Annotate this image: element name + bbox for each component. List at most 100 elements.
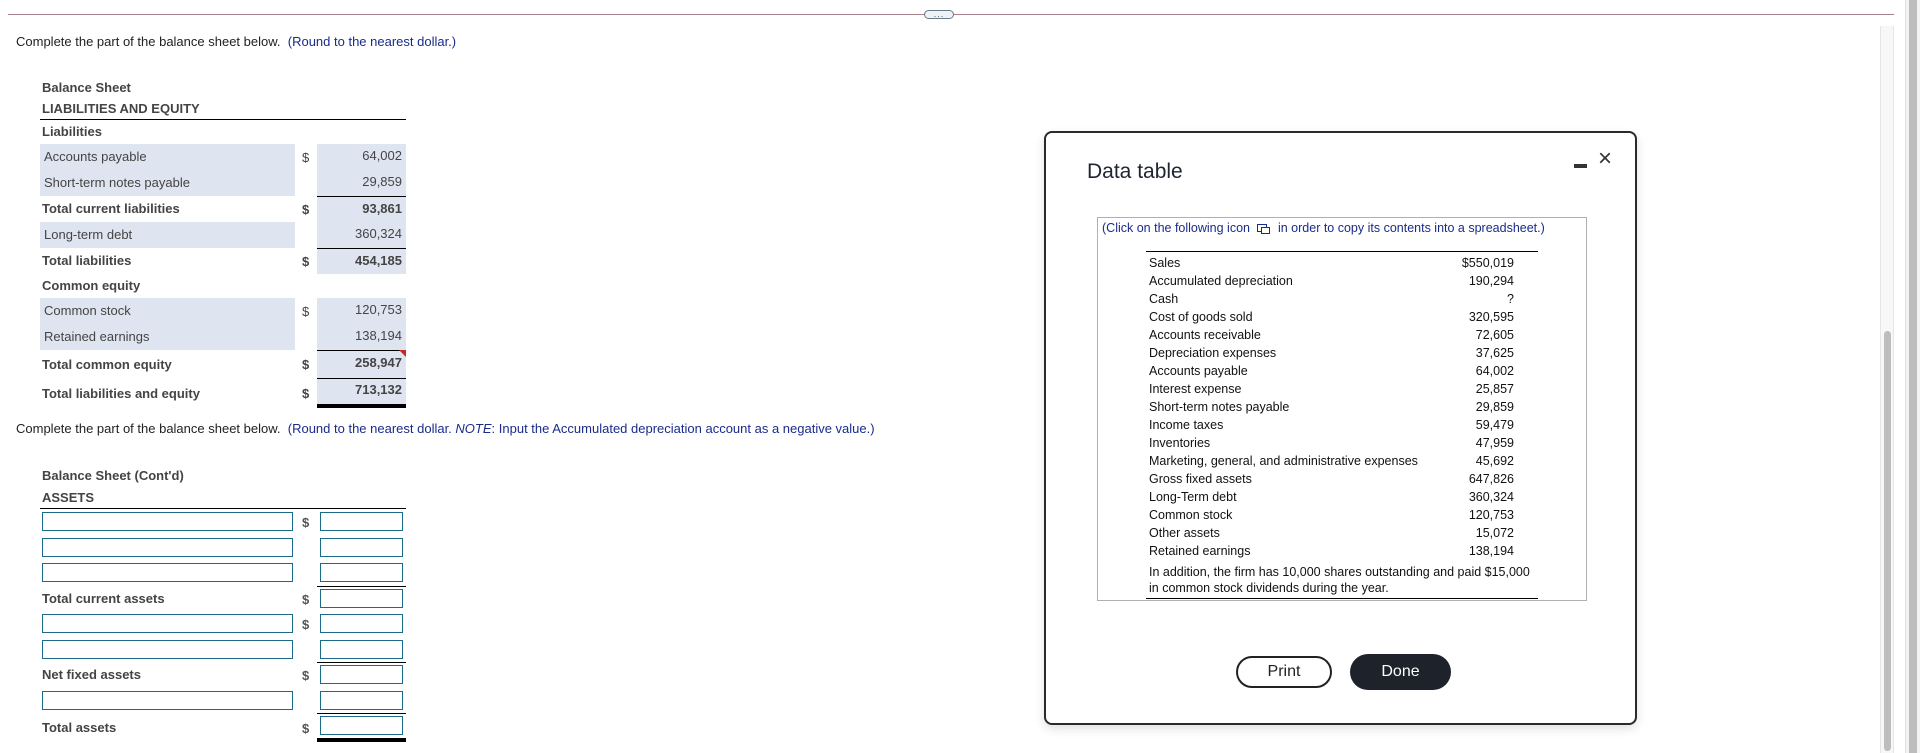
total-current-assets-input[interactable] [320, 588, 403, 608]
asset-2-value-input[interactable] [320, 537, 403, 557]
dollar-sign: $ [302, 202, 310, 217]
row-value-text: 258,947 [355, 355, 402, 370]
total-assets-row: Total assets $ [40, 713, 406, 742]
row-value: 713,132 [317, 378, 406, 408]
data-row-other-assets: Other assets 15,072 [1146, 524, 1538, 542]
copy-to-spreadsheet-icon[interactable] [1257, 224, 1271, 235]
asset-5-label-input[interactable] [42, 639, 293, 659]
data-label: Depreciation expenses [1149, 346, 1277, 360]
data-value: 120,753 [1468, 508, 1514, 522]
data-label: Cash [1149, 292, 1179, 306]
data-table-dialog: Data table × (Click on the following ico… [1044, 131, 1637, 725]
row-total-common-equity: Total common equity $ 258,947 [40, 350, 406, 378]
asset-3-label-input[interactable] [42, 563, 293, 582]
data-value: 15,072 [1475, 526, 1514, 540]
row-value: 360,324 [317, 222, 406, 248]
data-value: 320,595 [1468, 310, 1514, 324]
data-row-mga-expenses: Marketing, general, and administrative e… [1146, 452, 1538, 470]
print-button[interactable]: Print [1236, 656, 1332, 688]
data-value: 72,605 [1475, 328, 1514, 342]
dollar-sign: $ [302, 721, 310, 736]
data-value: 360,324 [1468, 490, 1514, 504]
value-cell [317, 637, 406, 662]
asset-6-label-input[interactable] [42, 690, 293, 710]
asset-4-value-input[interactable] [320, 614, 403, 633]
page-scrollbar-thumb[interactable] [1909, 0, 1917, 753]
row-common-stock: Common stock $ 120,753 [40, 298, 406, 324]
row-retained-earnings: Retained earnings 138,194 [40, 324, 406, 350]
row-label: Common equity [42, 278, 141, 293]
balance-sheet-liabilities: Balance Sheet LIABILITIES AND EQUITY Lia… [40, 78, 406, 408]
row-value: 64,002 [317, 144, 406, 170]
data-table: Sales $550,019 Accumulated depreciation 19… [1146, 251, 1538, 599]
part2-hint: (Round to the nearest dollar. NOTE: Inpu… [288, 421, 875, 436]
asset-5-value-input[interactable] [320, 639, 403, 659]
balance-sheet-contd-title: Balance Sheet (Cont'd) [42, 468, 184, 483]
dollar-sign: $ [302, 617, 310, 632]
minimize-icon[interactable] [1574, 160, 1588, 172]
part2-instruction-text: Complete the part of the balance sheet b… [16, 421, 281, 436]
hint-text: (Round to the nearest dollar. [287, 421, 456, 436]
asset-6-value-input[interactable] [320, 690, 403, 710]
value-cell [317, 509, 406, 534]
expand-more-button[interactable]: ... [924, 10, 954, 19]
row-value: 93,861 [317, 196, 406, 222]
part1-hint: (Round to the nearest dollar.) [287, 34, 457, 49]
feedback-flag-icon [399, 350, 406, 357]
row-total-liabilities: Total liabilities $ 454,185 [40, 248, 406, 274]
part1-instruction: Complete the part of the balance sheet b… [16, 34, 456, 49]
row-value: 29,859 [317, 170, 406, 196]
done-button[interactable]: Done [1350, 654, 1451, 690]
row-label: Long-term debt [40, 222, 295, 248]
asset-4-label-input[interactable] [42, 614, 293, 633]
data-label: Retained earnings [1149, 544, 1251, 558]
close-icon[interactable]: × [1598, 147, 1612, 171]
row-total-current-liabilities: Total current liabilities $ 93,861 [40, 196, 406, 222]
total-assets-input[interactable] [320, 716, 403, 735]
data-value: 29,859 [1475, 400, 1514, 414]
data-row-inventories: Inventories 47,959 [1146, 434, 1538, 452]
content-scrollbar[interactable] [1880, 26, 1894, 753]
row-label: Short-term notes payable [40, 170, 295, 196]
data-label: Sales [1149, 256, 1181, 270]
data-table-box: (Click on the following icon in order to… [1097, 217, 1587, 601]
hint-note: NOTE [455, 421, 492, 436]
value-cell [317, 688, 406, 713]
row-label: Total current liabilities [42, 201, 180, 216]
dollar-sign: $ [302, 591, 310, 607]
data-label: Other assets [1149, 526, 1220, 540]
content-scrollbar-thumb[interactable] [1884, 331, 1891, 751]
asset-row-2 [40, 535, 406, 561]
data-label: Inventories [1149, 436, 1211, 450]
asset-3-value-input[interactable] [320, 563, 403, 582]
asset-1-value-input[interactable] [320, 512, 403, 531]
data-label: Income taxes [1149, 418, 1224, 432]
balance-sheet-assets: Balance Sheet (Cont'd) ASSETS $ Total cu… [40, 465, 406, 742]
data-value: 45,692 [1475, 454, 1514, 468]
copy-instruction-text: in order to copy its contents into a spr… [1277, 221, 1545, 235]
dialog-title: Data table [1087, 160, 1183, 183]
dollar-sign: $ [302, 254, 310, 269]
total-current-assets-row: Total current assets $ [40, 585, 406, 612]
asset-2-label-input[interactable] [42, 537, 293, 557]
data-value: 37,625 [1475, 346, 1514, 360]
net-fixed-assets-row: Net fixed assets $ [40, 662, 406, 688]
row-accounts-payable: Accounts payable $ 64,002 [40, 144, 406, 170]
net-fixed-assets-input[interactable] [320, 665, 403, 684]
data-label: Common stock [1149, 508, 1233, 522]
data-label: Accumulated depreciation [1149, 274, 1293, 288]
data-value: ? [1507, 292, 1514, 306]
data-value: 59,479 [1475, 418, 1514, 432]
row-label: Total common equity [42, 357, 172, 372]
data-value: 64,002 [1475, 364, 1514, 378]
data-row-gross-fixed-assets: Gross fixed assets 647,826 [1146, 470, 1538, 488]
page-scrollbar[interactable] [1905, 0, 1920, 753]
row-value: 454,185 [317, 248, 406, 274]
asset-1-label-input[interactable] [42, 512, 293, 531]
section-assets: ASSETS [40, 487, 406, 509]
data-value: 647,826 [1468, 472, 1514, 486]
row-total-liabilities-equity: Total liabilities and equity $ 713,132 [40, 378, 406, 408]
dollar-sign: $ [302, 304, 310, 319]
row-label: Accounts payable [40, 144, 295, 170]
section-liabilities-equity: LIABILITIES AND EQUITY [40, 98, 406, 120]
